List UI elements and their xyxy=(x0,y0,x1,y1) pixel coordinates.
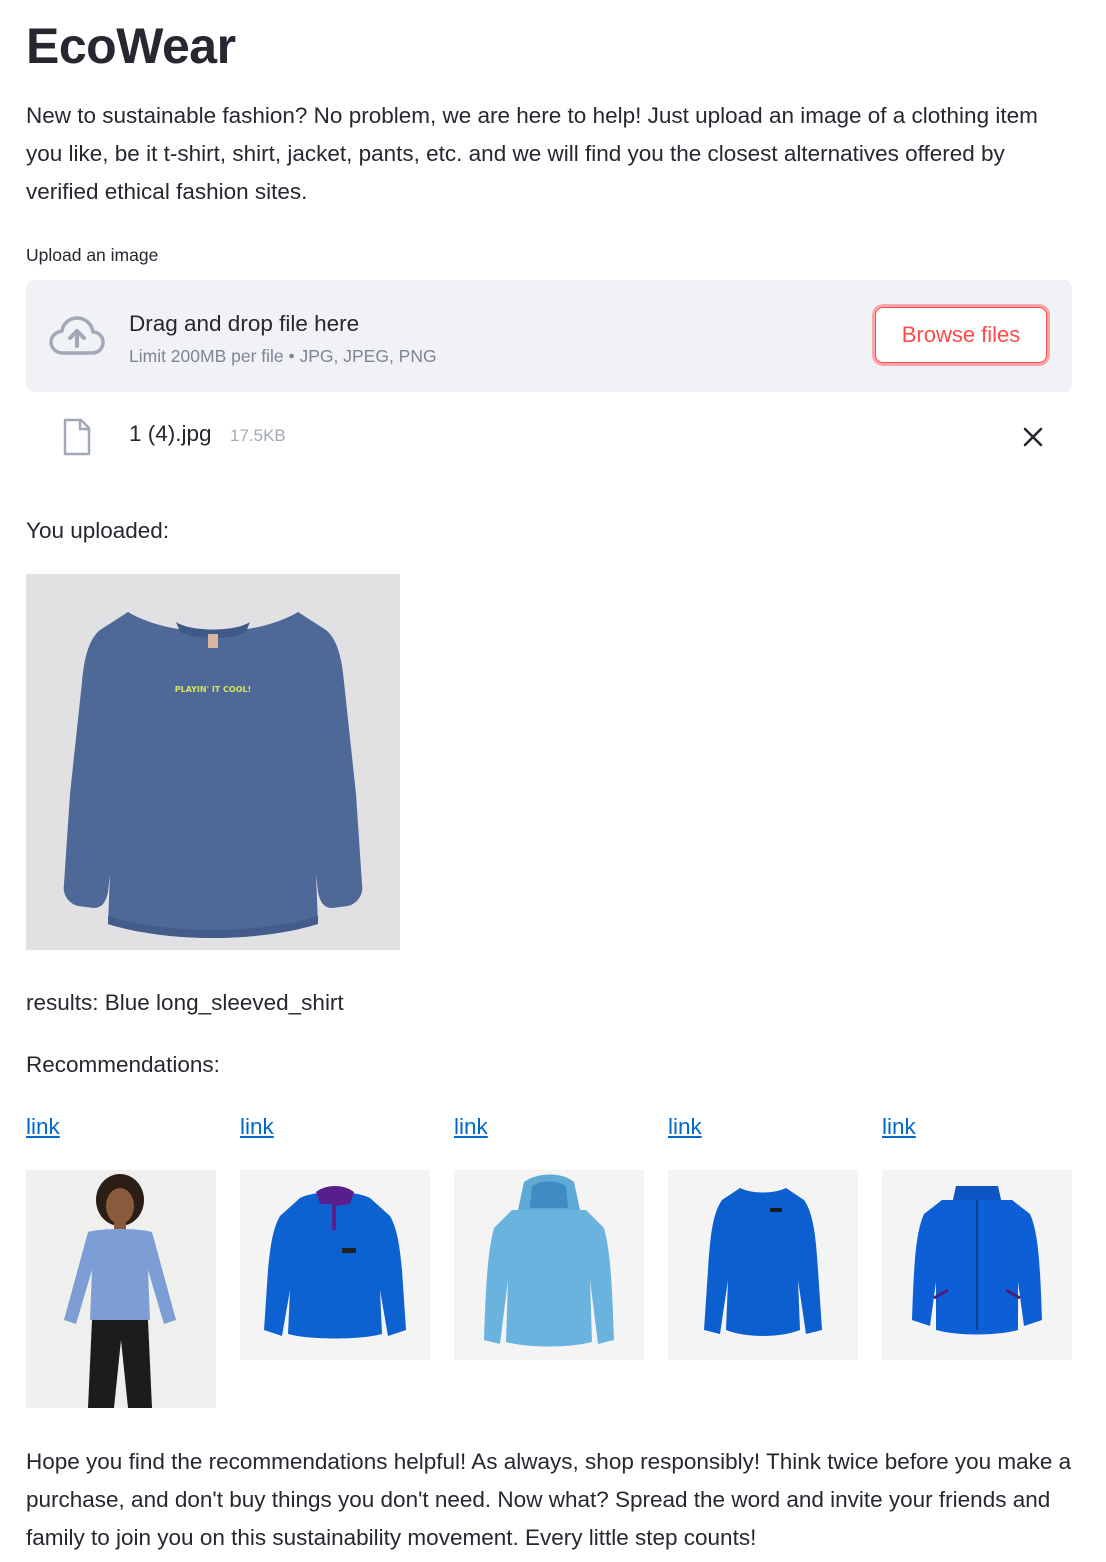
recommendation-link[interactable]: link xyxy=(26,1110,216,1144)
recommendation-link[interactable]: link xyxy=(882,1110,1072,1144)
recommendation-image xyxy=(26,1170,216,1408)
recommendation-image xyxy=(668,1170,858,1360)
upload-label: Upload an image xyxy=(26,245,159,265)
recommendation-item: link xyxy=(240,1110,430,1360)
fleece-pullover-image xyxy=(240,1170,430,1360)
recommendation-link[interactable]: link xyxy=(240,1110,430,1144)
closing-text: Hope you find the recommendations helpfu… xyxy=(26,1449,1072,1550)
recommendation-item: link xyxy=(454,1110,644,1360)
hoodie-image xyxy=(454,1170,644,1360)
cloud-upload-icon xyxy=(49,316,105,355)
intro-text: New to sustainable fashion? No problem, … xyxy=(26,103,1038,204)
recommendation-item: link xyxy=(668,1110,858,1360)
recommendation-image xyxy=(454,1170,644,1360)
browse-files-button[interactable]: Browse files xyxy=(875,307,1047,363)
recommendation-link[interactable]: link xyxy=(454,1110,644,1144)
recommendation-link[interactable]: link xyxy=(668,1110,858,1144)
long-sleeve-top-image xyxy=(668,1170,858,1360)
sweatshirt-image: PLAYIN' IT COOL! xyxy=(26,574,400,950)
file-name: 1 (4).jpg xyxy=(129,421,212,446)
file-icon xyxy=(63,418,91,456)
recommendation-item: link xyxy=(882,1110,1072,1360)
uploaded-heading: You uploaded: xyxy=(26,518,170,543)
recommendations-heading: Recommendations: xyxy=(26,1052,220,1077)
drop-instructions: Drag and drop file here xyxy=(129,311,360,336)
uploaded-file-row: 1 (4).jpg 17.5KB xyxy=(26,408,1072,464)
file-dropzone[interactable]: Drag and drop file here Limit 200MB per … xyxy=(26,280,1072,392)
close-icon[interactable] xyxy=(1021,425,1045,449)
sweatshirt-print: PLAYIN' IT COOL! xyxy=(175,685,252,694)
page-title: EcoWear xyxy=(26,18,236,74)
file-size: 17.5KB xyxy=(230,426,286,445)
results-text: results: Blue long_sleeved_shirt xyxy=(26,990,344,1015)
uploaded-image: PLAYIN' IT COOL! xyxy=(26,574,400,950)
drop-limit-text: Limit 200MB per file • JPG, JPEG, PNG xyxy=(129,346,437,366)
jacket-image xyxy=(882,1170,1072,1360)
recommendation-item: link xyxy=(26,1110,216,1408)
recommendation-image xyxy=(882,1170,1072,1360)
model-sweater-image xyxy=(26,1170,216,1408)
recommendation-image xyxy=(240,1170,430,1360)
